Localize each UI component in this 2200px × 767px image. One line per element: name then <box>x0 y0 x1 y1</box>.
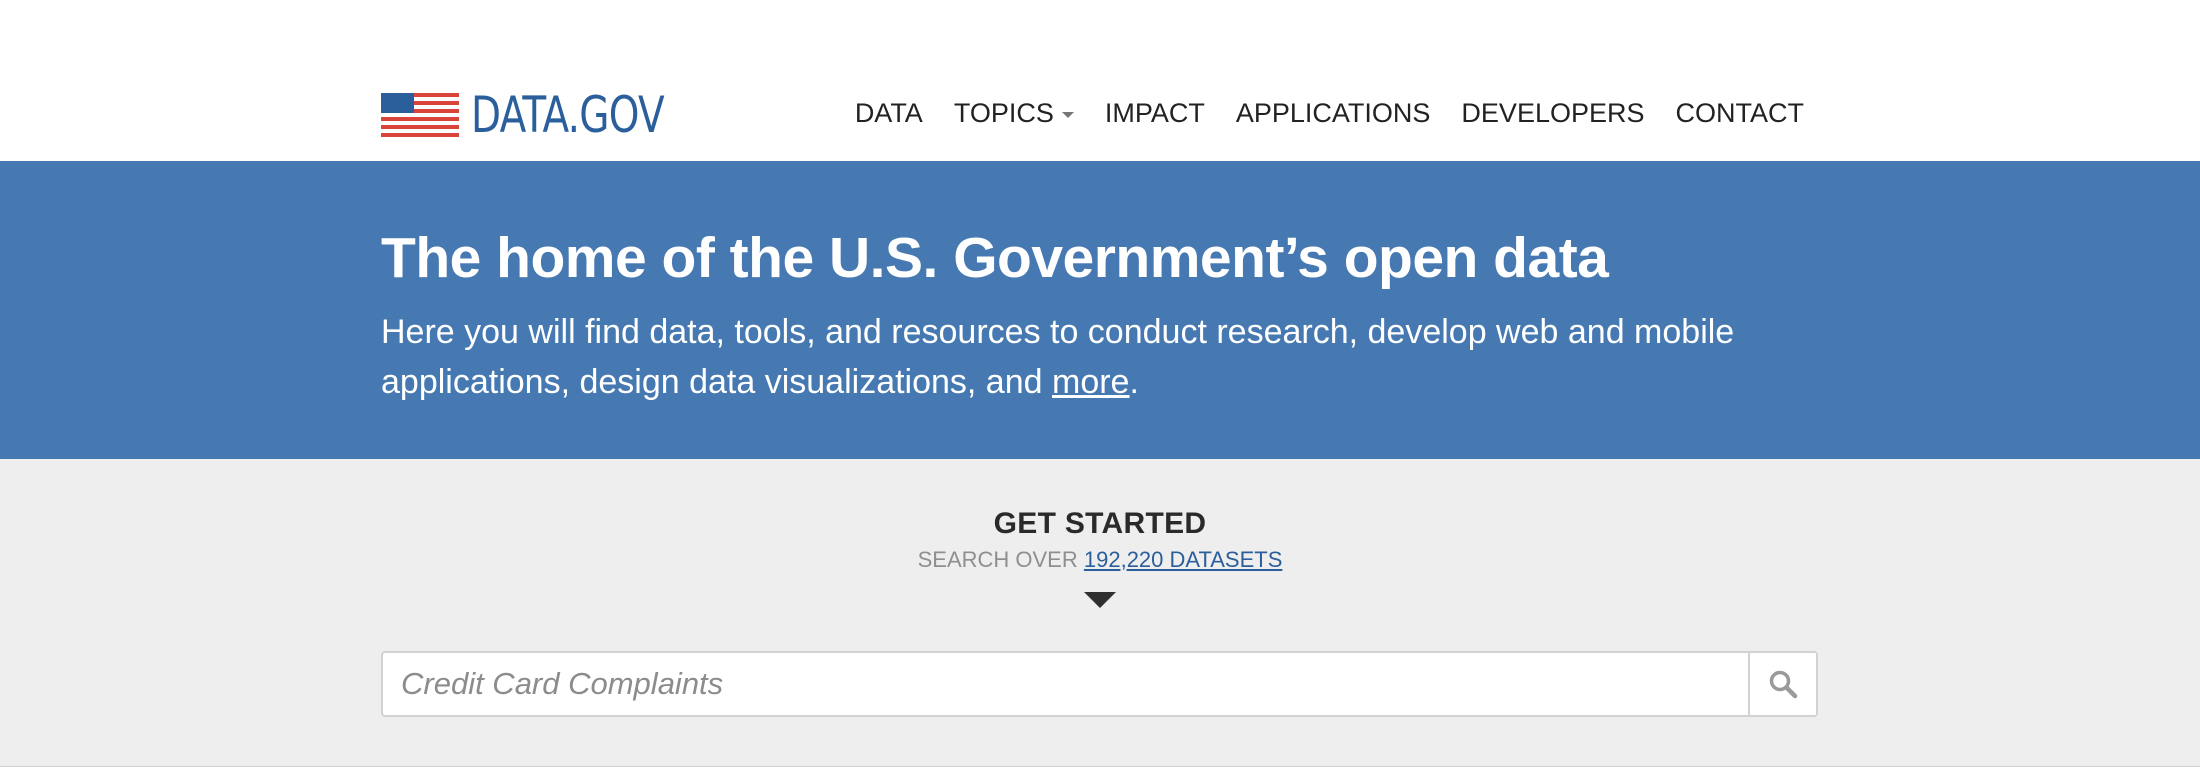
nav-topics-label: TOPICS <box>953 97 1054 128</box>
search-over-label: SEARCH OVER <box>917 547 1078 572</box>
hero-subtitle-period: . <box>1129 363 1139 401</box>
datasets-count-link[interactable]: 192,220 DATASETS <box>1084 547 1283 572</box>
nav-contact[interactable]: CONTACT <box>1676 98 1805 129</box>
dataset-search-form <box>381 651 1818 717</box>
nav-topics[interactable]: TOPICS <box>954 98 1074 129</box>
hero-title: The home of the U.S. Government’s open d… <box>381 226 1609 290</box>
site-logo[interactable]: DATA.GOV <box>381 89 718 141</box>
hero-subtitle: Here you will find data, tools, and reso… <box>381 307 1781 407</box>
get-started-section: GET STARTED SEARCH OVER 192,220 DATASETS <box>0 459 2200 767</box>
get-started-heading: GET STARTED <box>993 507 1207 540</box>
nav-data[interactable]: DATA <box>855 98 923 129</box>
nav-developers[interactable]: DEVELOPERS <box>1461 98 1644 129</box>
nav-applications-label: APPLICATIONS <box>1235 97 1431 128</box>
search-icon <box>1769 670 1798 699</box>
main-nav: DATA TOPICS IMPACT APPLICATIONS DEVELOPE… <box>855 92 1804 134</box>
more-link[interactable]: more <box>1052 363 1129 401</box>
nav-developers-label: DEVELOPERS <box>1461 97 1645 128</box>
search-input[interactable] <box>383 653 1748 715</box>
down-arrow-icon <box>1084 592 1116 608</box>
nav-impact-label: IMPACT <box>1104 97 1205 128</box>
nav-impact[interactable]: IMPACT <box>1105 98 1205 129</box>
nav-contact-label: CONTACT <box>1675 97 1805 128</box>
search-button[interactable] <box>1748 653 1816 715</box>
logo-wordmark: DATA.GOV <box>471 86 665 144</box>
site-header: DATA.GOV DATA TOPICS IMPACT APPLICATIONS… <box>0 0 2200 161</box>
nav-data-label: DATA <box>854 97 923 128</box>
dataset-count-line: SEARCH OVER 192,220 DATASETS <box>0 547 2200 573</box>
chevron-down-icon <box>1061 111 1074 118</box>
hero-banner: The home of the U.S. Government’s open d… <box>0 161 2200 459</box>
nav-applications[interactable]: APPLICATIONS <box>1236 98 1431 129</box>
us-flag-icon <box>381 93 459 137</box>
